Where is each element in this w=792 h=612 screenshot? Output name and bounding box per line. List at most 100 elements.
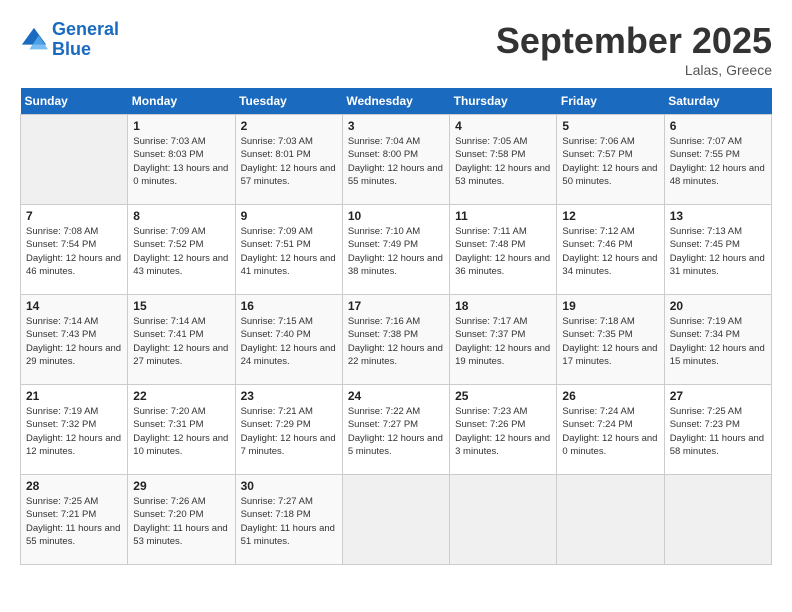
calendar-cell: 4Sunrise: 7:05 AM Sunset: 7:58 PM Daylig… [450, 115, 557, 205]
day-number: 13 [670, 209, 766, 223]
logo-text: General Blue [52, 20, 119, 60]
day-info: Sunrise: 7:19 AM Sunset: 7:32 PM Dayligh… [26, 405, 122, 458]
day-number: 12 [562, 209, 658, 223]
day-info: Sunrise: 7:13 AM Sunset: 7:45 PM Dayligh… [670, 225, 766, 278]
calendar-cell: 29 Sunrise: 7:26 AM Sunset: 7:20 PM Dayli… [128, 475, 235, 565]
month-title: September 2025 [496, 20, 772, 62]
header-day-monday: Monday [128, 88, 235, 115]
day-number: 14 [26, 299, 122, 313]
day-info: Sunrise: 7:18 AM Sunset: 7:35 PM Dayligh… [562, 315, 658, 368]
day-info: Sunrise: 7:09 AM Sunset: 7:52 PM Dayligh… [133, 225, 229, 278]
header-day-tuesday: Tuesday [235, 88, 342, 115]
day-number: 25 [455, 389, 551, 403]
logo: General Blue [20, 20, 119, 60]
calendar-cell: 11 Sunrise: 7:11 AM Sunset: 7:48 PM Dayli… [450, 205, 557, 295]
header-day-wednesday: Wednesday [342, 88, 449, 115]
week-row-2: 7Sunrise: 7:08 AM Sunset: 7:54 PM Daylig… [21, 205, 772, 295]
calendar-cell: 27 Sunrise: 7:25 AM Sunset: 7:23 PM Dayli… [664, 385, 771, 475]
week-row-5: 28Sunrise: 7:25 AM Sunset: 7:21 PM Dayli… [21, 475, 772, 565]
calendar-cell [664, 475, 771, 565]
day-number: 27 [670, 389, 766, 403]
week-row-1: 1 Sunrise: 7:03 AM Sunset: 8:03 PM Daylig… [21, 115, 772, 205]
day-number: 22 [133, 389, 229, 403]
day-number: 23 [241, 389, 337, 403]
calendar-cell: 22 Sunrise: 7:20 AM Sunset: 7:31 PM Dayli… [128, 385, 235, 475]
day-number: 11 [455, 209, 551, 223]
calendar-cell: 24 Sunrise: 7:22 AM Sunset: 7:27 PM Dayli… [342, 385, 449, 475]
calendar-cell [342, 475, 449, 565]
calendar-cell: 2 Sunrise: 7:03 AM Sunset: 8:01 PM Daylig… [235, 115, 342, 205]
day-info: Sunrise: 7:05 AM Sunset: 7:58 PM Dayligh… [455, 135, 551, 188]
day-info: Sunrise: 7:09 AM Sunset: 7:51 PM Dayligh… [241, 225, 337, 278]
calendar-cell [557, 475, 664, 565]
title-block: September 2025 Lalas, Greece [496, 20, 772, 78]
day-number: 29 [133, 479, 229, 493]
calendar-cell: 26Sunrise: 7:24 AM Sunset: 7:24 PM Dayli… [557, 385, 664, 475]
calendar-table: SundayMondayTuesdayWednesdayThursdayFrid… [20, 88, 772, 565]
calendar-cell: 16 Sunrise: 7:15 AM Sunset: 7:40 PM Dayli… [235, 295, 342, 385]
calendar-cell: 6 Sunrise: 7:07 AM Sunset: 7:55 PM Daylig… [664, 115, 771, 205]
calendar-cell: 25 Sunrise: 7:23 AM Sunset: 7:26 PM Dayli… [450, 385, 557, 475]
header-day-friday: Friday [557, 88, 664, 115]
calendar-cell: 18 Sunrise: 7:17 AM Sunset: 7:37 PM Dayli… [450, 295, 557, 385]
day-number: 10 [348, 209, 444, 223]
calendar-cell: 13 Sunrise: 7:13 AM Sunset: 7:45 PM Dayli… [664, 205, 771, 295]
calendar-cell: 12 Sunrise: 7:12 AM Sunset: 7:46 PM Dayli… [557, 205, 664, 295]
calendar-cell: 1 Sunrise: 7:03 AM Sunset: 8:03 PM Daylig… [128, 115, 235, 205]
day-number: 18 [455, 299, 551, 313]
day-info: Sunrise: 7:27 AM Sunset: 7:18 PM Dayligh… [241, 495, 337, 548]
day-info: Sunrise: 7:25 AM Sunset: 7:23 PM Dayligh… [670, 405, 766, 458]
location: Lalas, Greece [496, 62, 772, 78]
day-info: Sunrise: 7:26 AM Sunset: 7:20 PM Dayligh… [133, 495, 229, 548]
calendar-cell: 15 Sunrise: 7:14 AM Sunset: 7:41 PM Dayli… [128, 295, 235, 385]
day-info: Sunrise: 7:15 AM Sunset: 7:40 PM Dayligh… [241, 315, 337, 368]
day-number: 16 [241, 299, 337, 313]
day-number: 3 [348, 119, 444, 133]
calendar-cell: 21Sunrise: 7:19 AM Sunset: 7:32 PM Dayli… [21, 385, 128, 475]
day-info: Sunrise: 7:25 AM Sunset: 7:21 PM Dayligh… [26, 495, 122, 548]
day-number: 19 [562, 299, 658, 313]
calendar-cell: 7Sunrise: 7:08 AM Sunset: 7:54 PM Daylig… [21, 205, 128, 295]
calendar-cell: 8 Sunrise: 7:09 AM Sunset: 7:52 PM Daylig… [128, 205, 235, 295]
calendar-cell: 30Sunrise: 7:27 AM Sunset: 7:18 PM Dayli… [235, 475, 342, 565]
day-info: Sunrise: 7:17 AM Sunset: 7:37 PM Dayligh… [455, 315, 551, 368]
header-day-saturday: Saturday [664, 88, 771, 115]
day-number: 2 [241, 119, 337, 133]
week-row-3: 14 Sunrise: 7:14 AM Sunset: 7:43 PM Dayli… [21, 295, 772, 385]
day-info: Sunrise: 7:04 AM Sunset: 8:00 PM Dayligh… [348, 135, 444, 188]
header-day-sunday: Sunday [21, 88, 128, 115]
day-info: Sunrise: 7:24 AM Sunset: 7:24 PM Dayligh… [562, 405, 658, 458]
day-number: 17 [348, 299, 444, 313]
day-number: 15 [133, 299, 229, 313]
day-info: Sunrise: 7:06 AM Sunset: 7:57 PM Dayligh… [562, 135, 658, 188]
day-info: Sunrise: 7:14 AM Sunset: 7:43 PM Dayligh… [26, 315, 122, 368]
day-info: Sunrise: 7:22 AM Sunset: 7:27 PM Dayligh… [348, 405, 444, 458]
day-number: 7 [26, 209, 122, 223]
calendar-cell: 3 Sunrise: 7:04 AM Sunset: 8:00 PM Daylig… [342, 115, 449, 205]
day-number: 5 [562, 119, 658, 133]
day-info: Sunrise: 7:03 AM Sunset: 8:03 PM Dayligh… [133, 135, 229, 188]
calendar-cell: 10 Sunrise: 7:10 AM Sunset: 7:49 PM Dayli… [342, 205, 449, 295]
week-row-4: 21Sunrise: 7:19 AM Sunset: 7:32 PM Dayli… [21, 385, 772, 475]
day-info: Sunrise: 7:03 AM Sunset: 8:01 PM Dayligh… [241, 135, 337, 188]
day-info: Sunrise: 7:11 AM Sunset: 7:48 PM Dayligh… [455, 225, 551, 278]
day-number: 24 [348, 389, 444, 403]
day-info: Sunrise: 7:20 AM Sunset: 7:31 PM Dayligh… [133, 405, 229, 458]
day-number: 9 [241, 209, 337, 223]
calendar-cell: 17Sunrise: 7:16 AM Sunset: 7:38 PM Dayli… [342, 295, 449, 385]
day-info: Sunrise: 7:14 AM Sunset: 7:41 PM Dayligh… [133, 315, 229, 368]
day-number: 6 [670, 119, 766, 133]
logo-line2: Blue [52, 39, 91, 59]
day-info: Sunrise: 7:07 AM Sunset: 7:55 PM Dayligh… [670, 135, 766, 188]
calendar-cell: 23Sunrise: 7:21 AM Sunset: 7:29 PM Dayli… [235, 385, 342, 475]
day-info: Sunrise: 7:23 AM Sunset: 7:26 PM Dayligh… [455, 405, 551, 458]
day-number: 8 [133, 209, 229, 223]
day-number: 1 [133, 119, 229, 133]
calendar-cell: 9 Sunrise: 7:09 AM Sunset: 7:51 PM Daylig… [235, 205, 342, 295]
logo-icon [20, 26, 48, 54]
calendar-header: SundayMondayTuesdayWednesdayThursdayFrid… [21, 88, 772, 115]
day-info: Sunrise: 7:10 AM Sunset: 7:49 PM Dayligh… [348, 225, 444, 278]
calendar-cell: 5 Sunrise: 7:06 AM Sunset: 7:57 PM Daylig… [557, 115, 664, 205]
calendar-cell: 28Sunrise: 7:25 AM Sunset: 7:21 PM Dayli… [21, 475, 128, 565]
day-info: Sunrise: 7:12 AM Sunset: 7:46 PM Dayligh… [562, 225, 658, 278]
